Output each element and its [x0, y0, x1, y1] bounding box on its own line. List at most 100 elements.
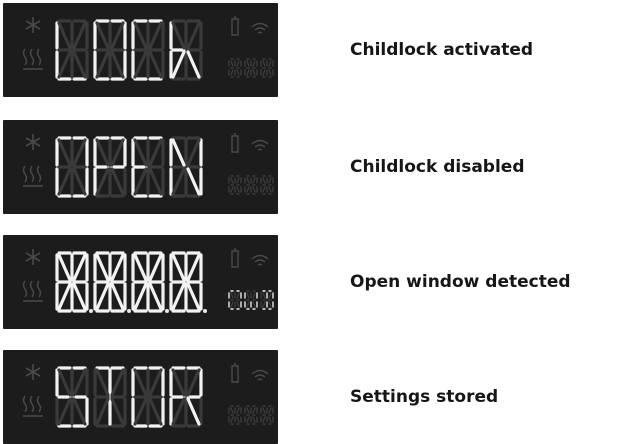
lcd-digit [131, 251, 165, 313]
lcd-segment [186, 21, 201, 50]
lcd-segment [171, 253, 186, 282]
lcd-segment [236, 292, 240, 299]
lcd-segment [95, 253, 110, 282]
lcd-segment [171, 138, 186, 167]
lcd-segment [230, 301, 234, 308]
lcd-segment [262, 177, 266, 184]
lcd-segment [262, 301, 266, 308]
heat-icon [22, 395, 43, 417]
lcd-segment [95, 397, 110, 426]
lcd-digit [169, 136, 203, 198]
lcd-segment [72, 50, 87, 79]
display-caption: Childlock disabled [350, 157, 525, 177]
lcd-segment [236, 60, 240, 67]
lcd-segment [268, 416, 272, 423]
lcd-segment [186, 253, 201, 282]
lcd-segment [236, 69, 240, 76]
snowflake-icon [25, 134, 41, 150]
display-caption: Childlock activated [350, 40, 534, 60]
lcd-segment [171, 50, 186, 79]
lcd-segment [252, 292, 256, 299]
lcd-segment [230, 292, 234, 299]
lcd-display [3, 235, 278, 329]
lcd-segment [186, 167, 201, 196]
lcd-segment [57, 138, 72, 167]
lcd-segment [72, 167, 87, 196]
lcd-decimal-point [127, 309, 131, 313]
lcd-segment [57, 368, 72, 397]
lcd-segment [148, 253, 163, 282]
lcd-segment [236, 301, 240, 308]
lcd-segment [186, 138, 201, 167]
lcd-mini-digit [244, 290, 258, 310]
lcd-digit [131, 136, 165, 198]
lcd-segment [246, 60, 250, 67]
heat-icon [22, 165, 43, 187]
lcd-segment [268, 177, 272, 184]
lcd-mini-digit [244, 175, 258, 195]
lcd-digit [131, 366, 165, 428]
lcd-segment [268, 292, 272, 299]
display-row: Settings stored [0, 350, 619, 444]
lcd-digit [169, 366, 203, 428]
wifi-icon [251, 139, 269, 151]
lcd-segment [110, 21, 125, 50]
wifi-icon [251, 22, 269, 34]
lcd-segment [230, 186, 234, 193]
lcd-decimal-point [165, 309, 169, 313]
lcd-display [3, 350, 278, 444]
heat-icon [22, 280, 43, 302]
lcd-segment [171, 397, 186, 426]
lcd-segment [262, 186, 266, 193]
lcd-segment [148, 138, 163, 167]
lcd-segment [230, 60, 234, 67]
lcd-mini-digit [244, 405, 258, 425]
lcd-digit [55, 366, 89, 428]
lcd-segment [262, 69, 266, 76]
lcd-segment [262, 292, 266, 299]
display-row: Childlock disabled [0, 120, 619, 214]
lcd-segment [72, 282, 87, 311]
display-row: Open window detected [0, 235, 619, 329]
snowflake-icon [25, 364, 41, 380]
lcd-segment [133, 138, 148, 167]
lcd-segment [246, 407, 250, 414]
lcd-mini-digit [260, 405, 274, 425]
lcd-segment [57, 253, 72, 282]
lcd-segment [230, 177, 234, 184]
lcd-segment [148, 167, 163, 196]
lcd-segment [72, 21, 87, 50]
lcd-segment [246, 186, 250, 193]
lcd-segment [57, 167, 72, 196]
lcd-digit [55, 251, 89, 313]
lcd-segment [95, 282, 110, 311]
lcd-digit [131, 19, 165, 81]
lcd-segment [268, 186, 272, 193]
snowflake-icon [25, 17, 41, 33]
lcd-segment [57, 282, 72, 311]
wifi-icon [251, 254, 269, 266]
lcd-segment [110, 368, 125, 397]
lcd-digit [169, 19, 203, 81]
lcd-segment [268, 407, 272, 414]
display-caption: Settings stored [350, 387, 499, 407]
lcd-mini-digit [228, 58, 242, 78]
lcd-digit [93, 366, 127, 428]
lcd-segment [72, 368, 87, 397]
lcd-digit [93, 19, 127, 81]
lcd-display [3, 3, 278, 97]
lcd-segment [268, 69, 272, 76]
lcd-segment [252, 177, 256, 184]
heat-icon [22, 48, 43, 70]
lcd-segment [230, 407, 234, 414]
lcd-segment [246, 69, 250, 76]
lcd-segment [262, 407, 266, 414]
lcd-segment [110, 397, 125, 426]
lcd-segment [252, 186, 256, 193]
lcd-segment [95, 50, 110, 79]
lcd-segment [252, 301, 256, 308]
battery-icon [231, 248, 239, 268]
lcd-segment [268, 60, 272, 67]
lcd-segment [95, 21, 110, 50]
lcd-segment [110, 167, 125, 196]
